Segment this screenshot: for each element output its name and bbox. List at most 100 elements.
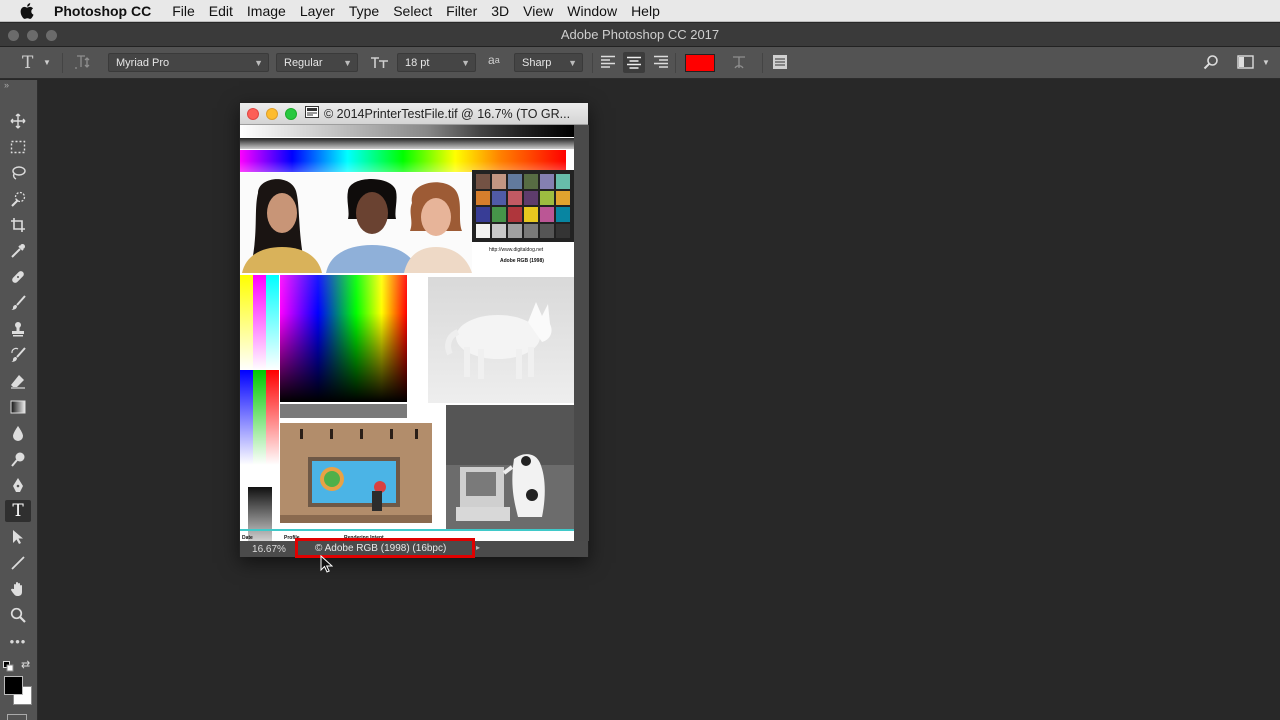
text-color-swatch[interactable] bbox=[685, 54, 715, 72]
dodge-tool-icon[interactable] bbox=[5, 448, 31, 470]
workspace-icon[interactable] bbox=[1237, 55, 1255, 69]
document-close-button[interactable] bbox=[247, 107, 259, 120]
collapse-panel-icon[interactable]: » bbox=[4, 80, 9, 90]
warp-text-icon[interactable] bbox=[731, 54, 747, 70]
foreground-color-swatch[interactable] bbox=[4, 676, 23, 695]
font-style-dropdown[interactable]: Regular ▼ bbox=[276, 53, 358, 72]
portraits-photo bbox=[240, 173, 472, 273]
menu-image[interactable]: Image bbox=[247, 3, 286, 19]
image-canvas[interactable]: http://www.digitaldog.net Adobe RGB (199… bbox=[240, 125, 574, 541]
character-panel-icon[interactable] bbox=[772, 54, 788, 70]
pen-tool-icon[interactable] bbox=[5, 474, 31, 496]
document-zoom-button[interactable] bbox=[285, 107, 297, 120]
brush-tool-icon[interactable] bbox=[5, 292, 31, 314]
menu-type[interactable]: Type bbox=[349, 3, 379, 19]
menu-help[interactable]: Help bbox=[631, 3, 660, 19]
type-tool-icon[interactable]: T bbox=[5, 500, 31, 522]
eraser-tool-icon[interactable] bbox=[5, 370, 31, 392]
font-family-dropdown[interactable]: Myriad Pro ▼ bbox=[108, 53, 269, 72]
gray-ramp bbox=[248, 487, 272, 541]
menu-file[interactable]: File bbox=[172, 3, 195, 19]
hand-tool-icon[interactable] bbox=[5, 578, 31, 600]
text-orientation-icon[interactable] bbox=[74, 54, 92, 70]
default-colors-icon[interactable] bbox=[3, 659, 14, 677]
zoom-window-button[interactable] bbox=[46, 30, 57, 41]
color-checker-chart bbox=[472, 170, 574, 242]
divider bbox=[675, 53, 676, 73]
apple-menu-icon[interactable] bbox=[0, 2, 54, 19]
window-controls bbox=[8, 30, 57, 41]
document-minimize-button[interactable] bbox=[266, 107, 278, 120]
align-center-icon[interactable] bbox=[623, 52, 645, 73]
app-title: Adobe Photoshop CC 2017 bbox=[560, 27, 720, 42]
text-color-fill bbox=[686, 55, 714, 71]
antialias-icon: aa bbox=[488, 53, 500, 67]
healing-brush-tool-icon[interactable] bbox=[5, 266, 31, 288]
mouse-cursor-icon bbox=[320, 555, 333, 573]
preset-chevron-down-icon[interactable]: ▼ bbox=[43, 58, 51, 67]
lasso-tool-icon[interactable] bbox=[5, 162, 31, 184]
move-tool-icon[interactable] bbox=[5, 110, 31, 132]
menu-edit[interactable]: Edit bbox=[209, 3, 233, 19]
vertical-scrollbar[interactable] bbox=[574, 125, 589, 541]
crop-tool-icon[interactable] bbox=[5, 214, 31, 236]
align-right-icon[interactable] bbox=[653, 55, 669, 69]
search-icon[interactable] bbox=[1203, 54, 1219, 70]
gradient-tool-icon[interactable] bbox=[5, 396, 31, 418]
document-profile-text: © Adobe RGB (1998) (16bpc) bbox=[315, 542, 447, 554]
divider bbox=[762, 53, 763, 73]
font-size-value: 18 pt bbox=[405, 56, 430, 69]
dog-computer-photo bbox=[446, 405, 574, 531]
document-title: © 2014PrinterTestFile.tif @ 16.7% (TO GR… bbox=[324, 106, 571, 121]
menu-view[interactable]: View bbox=[523, 3, 553, 19]
document-file-icon bbox=[305, 106, 319, 121]
menu-filter[interactable]: Filter bbox=[446, 3, 477, 19]
menu-bar: Photoshop CC File Edit Image Layer Type … bbox=[0, 0, 1280, 22]
document-status-bar: 16.67% © Adobe RGB (1998) (16bpc) ▸ bbox=[240, 538, 588, 558]
marquee-tool-icon[interactable] bbox=[5, 136, 31, 158]
menu-layer[interactable]: Layer bbox=[300, 3, 335, 19]
clone-stamp-tool-icon[interactable] bbox=[5, 318, 31, 340]
more-tools-icon[interactable]: ••• bbox=[5, 630, 31, 652]
type-tool-preset-icon[interactable]: T bbox=[22, 53, 33, 73]
chevron-down-icon: ▼ bbox=[461, 57, 470, 68]
image-url-text: http://www.digitaldog.net bbox=[489, 247, 544, 253]
font-size-icon bbox=[370, 54, 390, 70]
eyedropper-tool-icon[interactable] bbox=[5, 240, 31, 262]
close-window-button[interactable] bbox=[8, 30, 19, 41]
app-menu[interactable]: Photoshop CC bbox=[54, 3, 151, 19]
font-size-dropdown[interactable]: 18 pt ▼ bbox=[397, 53, 476, 72]
quick-selection-tool-icon[interactable] bbox=[5, 188, 31, 210]
quick-mask-icon[interactable] bbox=[7, 714, 27, 720]
minimize-window-button[interactable] bbox=[27, 30, 38, 41]
chevron-down-icon: ▼ bbox=[568, 57, 577, 68]
antialias-value: Sharp bbox=[522, 56, 552, 69]
zoom-tool-icon[interactable] bbox=[5, 604, 31, 626]
gray-step-wedge bbox=[240, 125, 574, 137]
menu-window[interactable]: Window bbox=[567, 3, 617, 19]
line-tool-icon[interactable] bbox=[5, 552, 31, 574]
divider bbox=[592, 53, 593, 73]
gallery-photo bbox=[280, 423, 432, 523]
swap-colors-icon[interactable]: ⇄ bbox=[21, 658, 30, 671]
menu-select[interactable]: Select bbox=[393, 3, 432, 19]
menu-3d[interactable]: 3D bbox=[491, 3, 509, 19]
husky-photo bbox=[428, 277, 574, 403]
document-window[interactable]: © 2014PrinterTestFile.tif @ 16.7% (TO GR… bbox=[239, 102, 589, 558]
workspace-chevron-down-icon[interactable]: ▼ bbox=[1262, 58, 1270, 67]
font-family-value: Myriad Pro bbox=[116, 56, 170, 69]
history-brush-tool-icon[interactable] bbox=[5, 344, 31, 366]
tools-panel: » T ••• ⇄ bbox=[0, 80, 38, 720]
path-selection-tool-icon[interactable] bbox=[5, 526, 31, 548]
status-menu-arrow-icon[interactable]: ▸ bbox=[476, 543, 480, 552]
image-profile-text: Adobe RGB (1998) bbox=[500, 258, 544, 264]
document-title-bar[interactable]: © 2014PrinterTestFile.tif @ 16.7% (TO GR… bbox=[240, 103, 588, 125]
zoom-level[interactable]: 16.67% bbox=[240, 544, 298, 555]
align-left-icon[interactable] bbox=[600, 55, 616, 69]
app-title-bar: Adobe Photoshop CC 2017 bbox=[0, 23, 1280, 47]
antialias-dropdown[interactable]: Sharp ▼ bbox=[514, 53, 583, 72]
chevron-down-icon: ▼ bbox=[254, 57, 263, 68]
chevron-down-icon: ▼ bbox=[343, 57, 352, 68]
options-bar: T ▼ Myriad Pro ▼ Regular ▼ 18 pt ▼ aa Sh… bbox=[0, 47, 1280, 79]
blur-tool-icon[interactable] bbox=[5, 422, 31, 444]
